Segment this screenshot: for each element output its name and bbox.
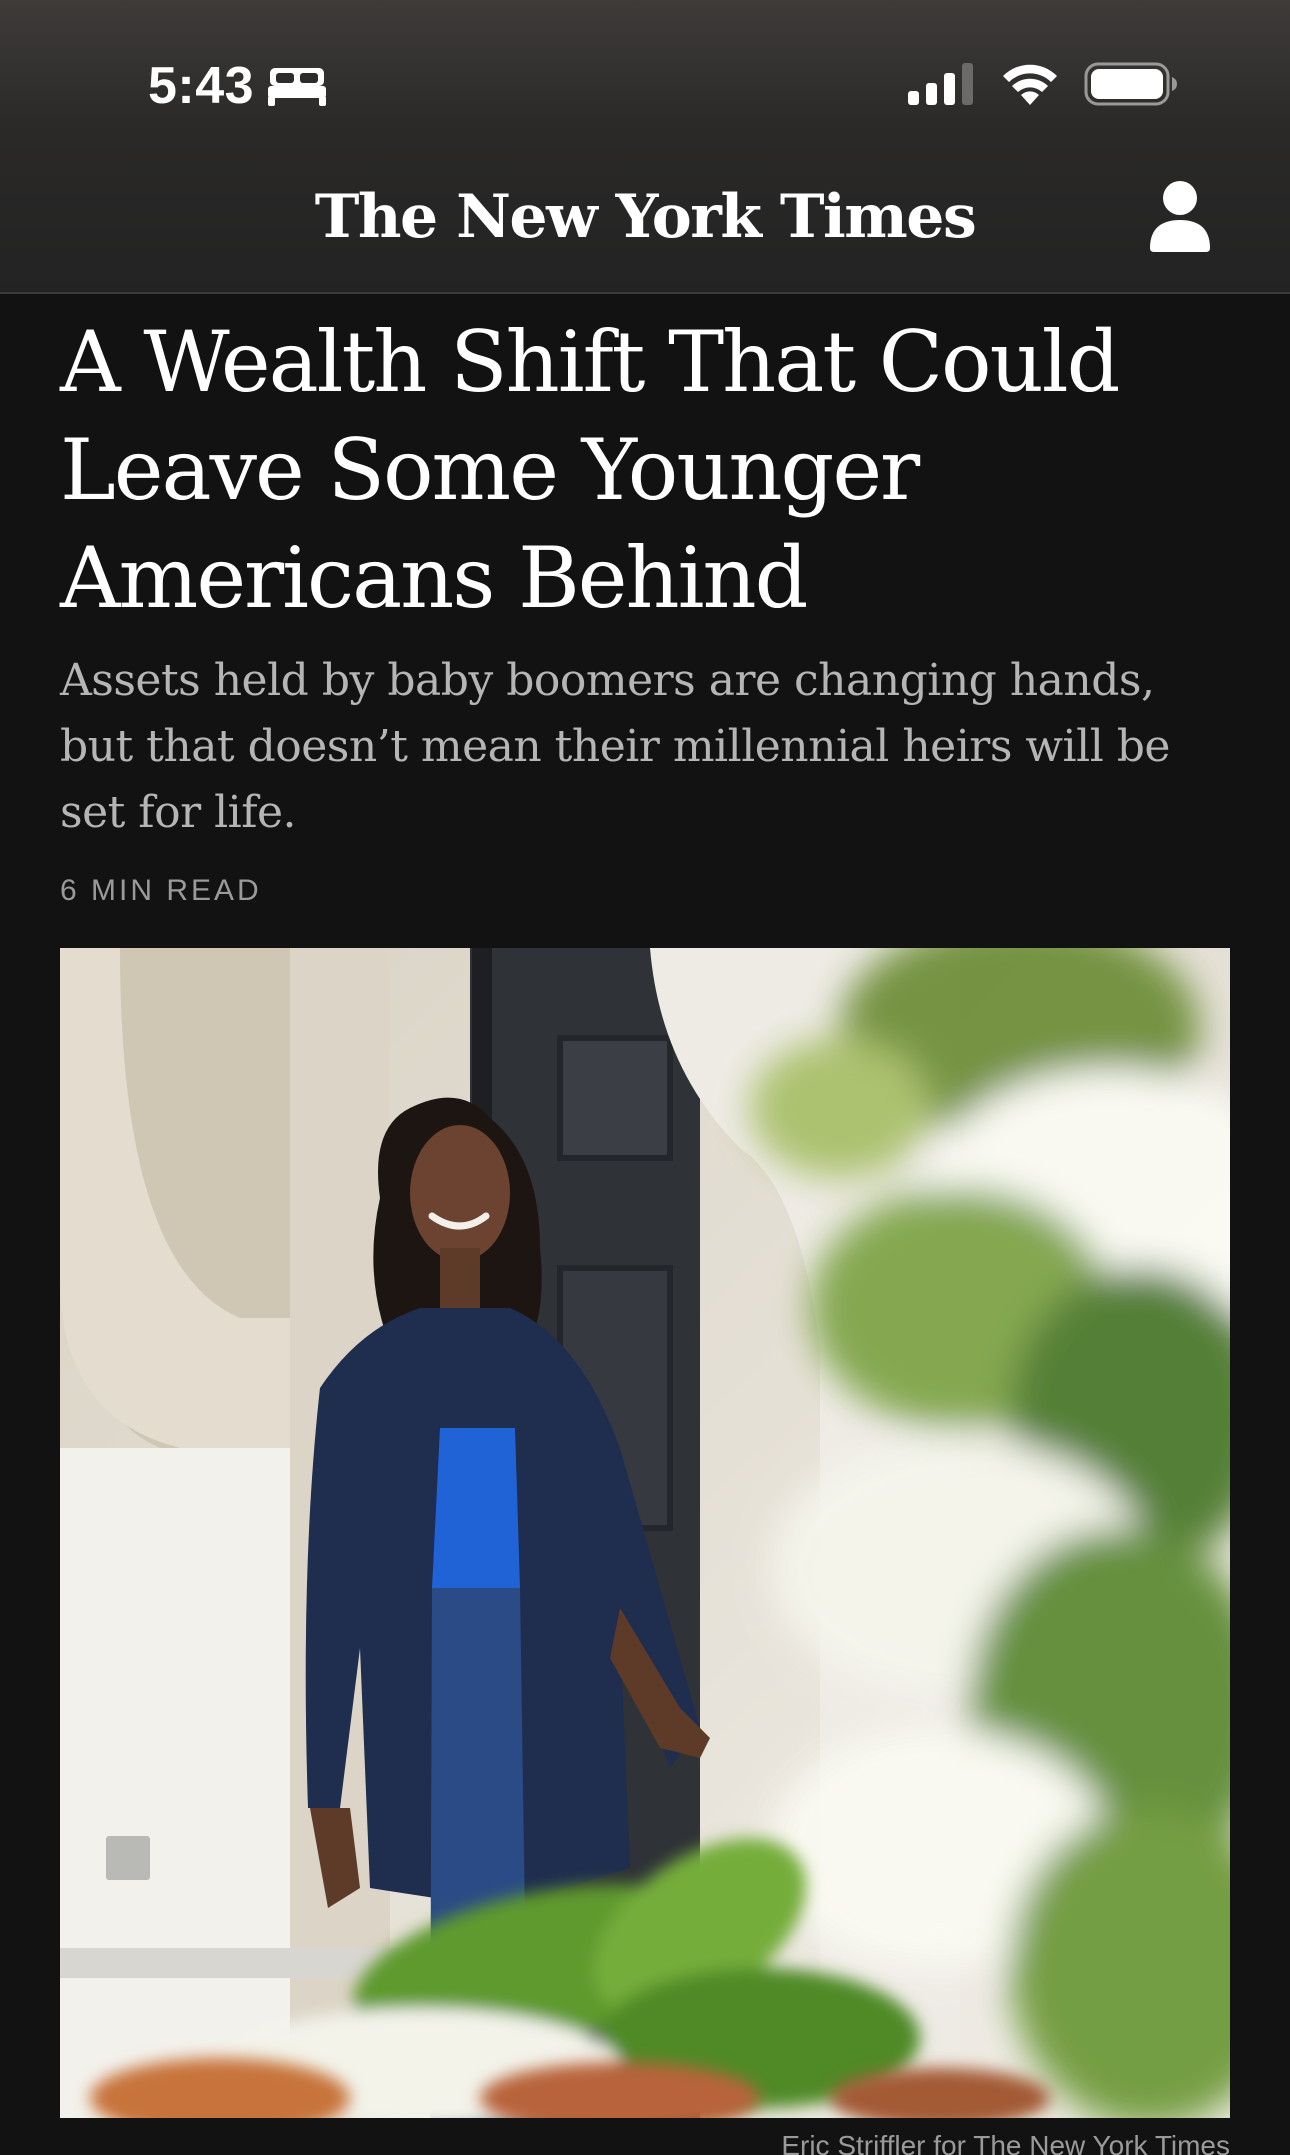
article-summary: Assets held by baby boomers are changing… [60,655,1170,838]
status-bar: 5:43 [0,0,1290,160]
cellular-signal-icon [908,63,973,105]
masthead-logo[interactable]: The New York Times [0,160,1290,274]
lead-photo-illustration [60,948,1230,2118]
battery-icon [1084,62,1177,106]
read-time-label: 6 MIN READ [60,874,262,907]
headline-line: A Wealth Shift That Could [60,313,1120,411]
nav-bar: The New York Times [0,160,1290,294]
article-headline[interactable]: A Wealth Shift That Could Leave Some You… [60,308,1210,632]
lead-photo[interactable] [60,948,1230,2118]
headline-line: Leave Some Younger [60,421,920,519]
wifi-icon [1003,64,1057,105]
status-time: 5:43 [148,57,255,115]
status-time-group: 5:43 [148,56,327,116]
bed-icon [268,68,327,106]
account-button[interactable] [1148,178,1212,252]
person-icon [1150,181,1210,252]
status-indicators [908,62,1178,106]
headline-line: Americans Behind [60,529,808,627]
photo-credit: Eric Striffler for The New York Times [781,2130,1230,2155]
top-chrome: 5:43 The New York Times [0,0,1290,294]
